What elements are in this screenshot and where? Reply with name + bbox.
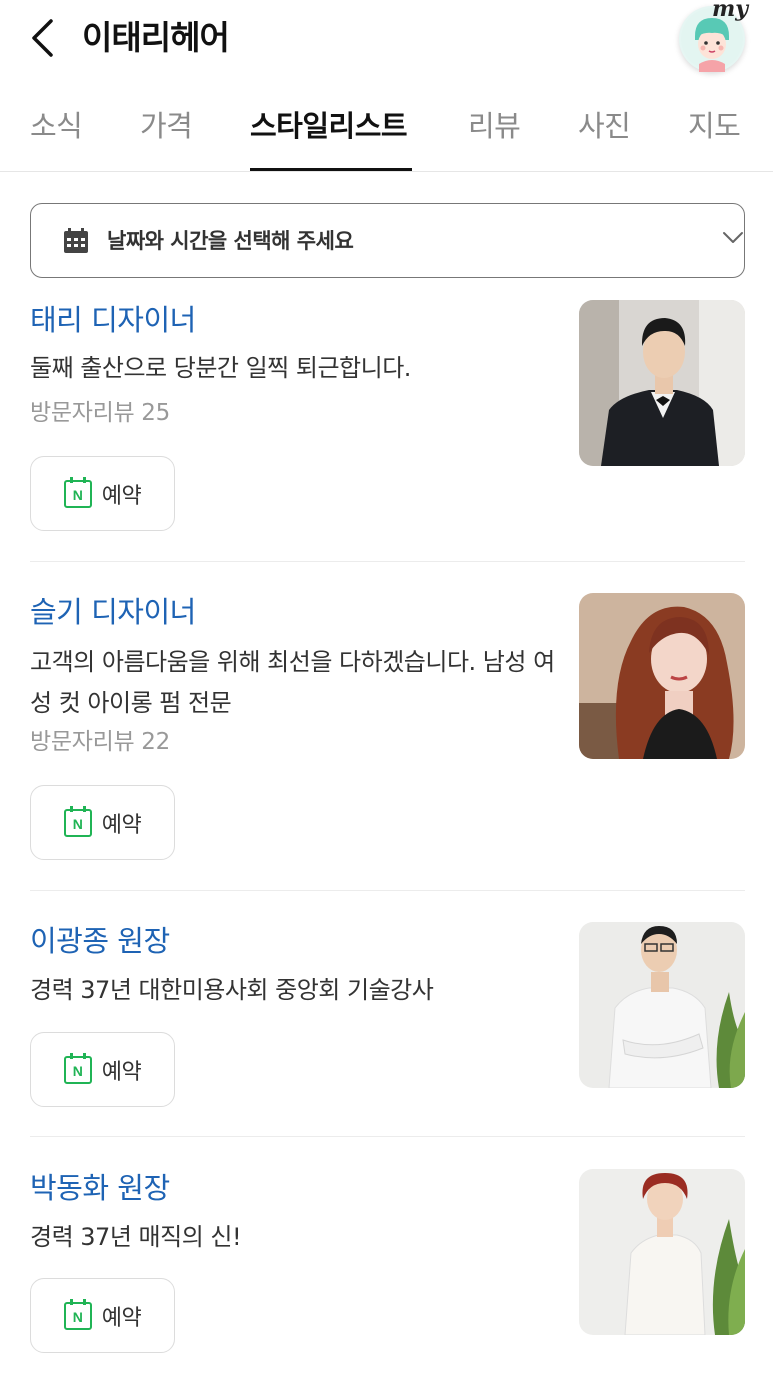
active-tab-indicator xyxy=(250,168,412,171)
book-button[interactable]: N 예약 xyxy=(30,785,175,860)
naver-calendar-icon: N xyxy=(63,1298,92,1330)
naver-calendar-icon: N xyxy=(63,805,92,837)
stylist-description: 경력 37년 매직의 신! xyxy=(30,1223,242,1251)
calendar-icon xyxy=(64,228,88,253)
book-button[interactable]: N 예약 xyxy=(30,1278,175,1353)
stylist-photo-image xyxy=(579,922,745,1088)
back-button[interactable] xyxy=(22,14,62,62)
divider xyxy=(30,1136,745,1137)
divider xyxy=(30,890,745,891)
divider xyxy=(30,561,745,562)
stylist-description: 경력 37년 대한미용사회 중앙회 기술강사 xyxy=(30,976,434,1004)
tab-news[interactable]: 소식 xyxy=(30,104,83,148)
stylist-name[interactable]: 박동화 원장 xyxy=(30,1168,170,1208)
date-time-select-label: 날짜와 시간을 선택해 주세요 xyxy=(107,229,354,253)
stylist-photo[interactable] xyxy=(579,922,745,1088)
page-title: 이태리헤어 xyxy=(82,18,230,57)
app-header: 이태리헤어 my xyxy=(0,0,773,78)
book-button[interactable]: N 예약 xyxy=(30,456,175,531)
stylist-name[interactable]: 슬기 디자이너 xyxy=(30,592,196,632)
stylist-photo-image xyxy=(579,593,745,759)
stylist-photo-image xyxy=(579,1169,745,1335)
tab-price[interactable]: 가격 xyxy=(140,104,193,148)
stylist-photo[interactable] xyxy=(579,300,745,466)
book-button-label: 예약 xyxy=(101,1305,142,1331)
naver-calendar-icon: N xyxy=(63,476,92,508)
tab-bar: 소식 가격 스타일리스트 리뷰 사진 지도 xyxy=(0,84,773,172)
stylist-description: 고객의 아름다움을 위해 최선을 다하겠습니다. 남성 여성 컷 아이롱 펌 전… xyxy=(30,648,555,717)
naver-calendar-icon: N xyxy=(63,1052,92,1084)
book-button[interactable]: N 예약 xyxy=(30,1032,175,1107)
stylist-photo[interactable] xyxy=(579,593,745,759)
stylist-photo[interactable] xyxy=(579,1169,745,1335)
tab-review[interactable]: 리뷰 xyxy=(468,104,521,148)
book-button-label: 예약 xyxy=(101,483,142,509)
tab-map[interactable]: 지도 xyxy=(688,104,741,148)
chevron-down-icon xyxy=(723,232,743,243)
stylist-reviews[interactable]: 방문자리뷰 22 xyxy=(30,724,170,760)
stylist-reviews[interactable]: 방문자리뷰 25 xyxy=(30,395,170,431)
stylist-name[interactable]: 태리 디자이너 xyxy=(30,300,196,340)
book-button-label: 예약 xyxy=(101,812,142,838)
tab-photo[interactable]: 사진 xyxy=(578,104,631,148)
book-button-label: 예약 xyxy=(101,1059,142,1085)
date-time-select[interactable]: 날짜와 시간을 선택해 주세요 xyxy=(30,203,745,278)
tab-stylist[interactable]: 스타일리스트 xyxy=(250,104,408,148)
stylist-name[interactable]: 이광종 원장 xyxy=(30,921,170,961)
stylist-description: 둘째 출산으로 당분간 일찍 퇴근합니다. xyxy=(30,354,411,382)
my-label: my xyxy=(712,0,749,22)
chevron-left-icon xyxy=(32,19,53,57)
stylist-photo-image xyxy=(579,300,745,466)
